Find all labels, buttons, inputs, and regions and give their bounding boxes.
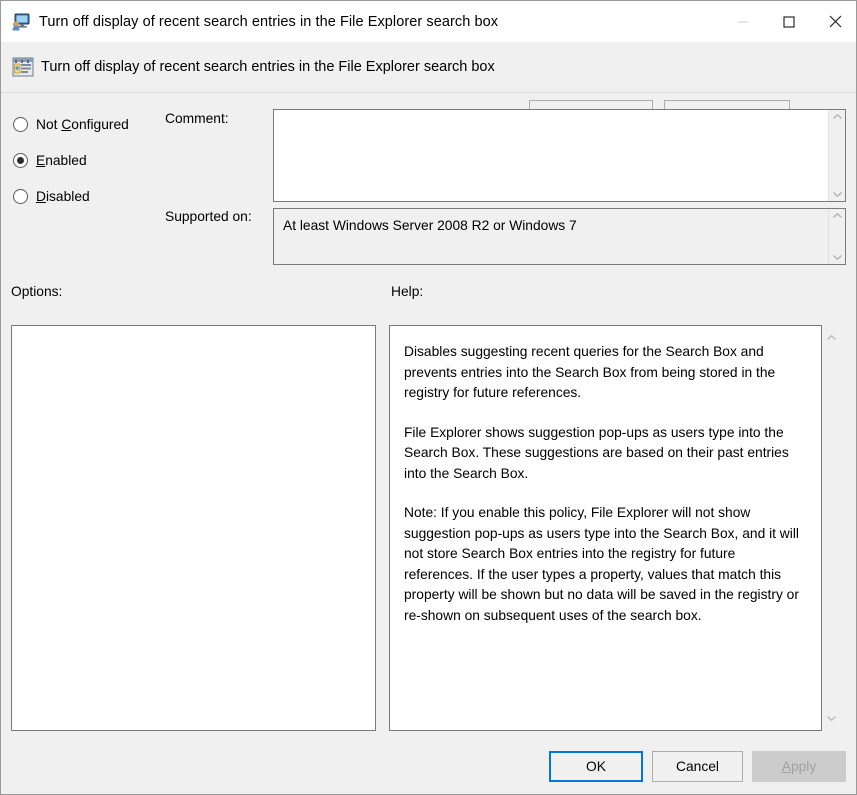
supported-on-label: Supported on: xyxy=(165,209,252,224)
supported-on-field: At least Windows Server 2008 R2 or Windo… xyxy=(273,208,846,265)
comment-input[interactable] xyxy=(274,110,828,201)
help-paragraph: Disables suggesting recent queries for t… xyxy=(404,342,807,404)
apply-button: Apply xyxy=(752,751,846,782)
options-label: Options: xyxy=(11,284,62,299)
radio-not-configured[interactable]: Not Configured xyxy=(13,114,129,134)
window-controls xyxy=(720,1,857,42)
chevron-up-icon[interactable] xyxy=(832,113,843,121)
supported-on-value: At least Windows Server 2008 R2 or Windo… xyxy=(274,209,828,264)
radio-not-configured-indicator[interactable] xyxy=(13,117,28,132)
chevron-up-icon[interactable] xyxy=(832,212,843,220)
minimize-icon[interactable] xyxy=(720,1,766,42)
radio-disabled-label: Disabled xyxy=(36,189,90,204)
supported-on-scrollbar[interactable] xyxy=(828,209,845,264)
help-paragraph: Note: If you enable this policy, File Ex… xyxy=(404,503,807,626)
comment-label: Comment: xyxy=(165,111,229,126)
apply-label: pply xyxy=(791,759,816,774)
comment-field[interactable] xyxy=(273,109,846,202)
radio-enabled-label: Enabled xyxy=(36,153,87,168)
policy-setting-icon xyxy=(12,56,34,78)
chevron-up-icon[interactable] xyxy=(826,329,837,347)
radio-disabled[interactable]: Disabled xyxy=(13,186,90,206)
help-paragraph: File Explorer shows suggestion pop-ups a… xyxy=(404,423,807,485)
chevron-down-icon[interactable] xyxy=(832,190,843,198)
cancel-button[interactable]: Cancel xyxy=(652,751,743,782)
setting-header: Turn off display of recent search entrie… xyxy=(1,42,857,93)
chevron-down-icon[interactable] xyxy=(826,709,837,727)
group-policy-computer-icon xyxy=(11,13,31,31)
setting-title: Turn off display of recent search entrie… xyxy=(41,56,495,78)
chevron-down-icon[interactable] xyxy=(832,253,843,261)
help-panel: Disables suggesting recent queries for t… xyxy=(389,325,822,731)
radio-disabled-indicator[interactable] xyxy=(13,189,28,204)
comment-scrollbar[interactable] xyxy=(828,110,845,201)
apply-accel: A xyxy=(782,759,791,774)
radio-enabled[interactable]: Enabled xyxy=(13,150,87,170)
help-label: Help: xyxy=(391,284,423,299)
ok-button[interactable]: OK xyxy=(549,751,643,782)
group-policy-setting-dialog: Turn off display of recent search entrie… xyxy=(0,0,857,795)
help-scrollbar[interactable] xyxy=(823,325,840,731)
radio-not-configured-label: Not Configured xyxy=(36,117,129,132)
title-bar: Turn off display of recent search entrie… xyxy=(1,1,857,42)
options-panel[interactable] xyxy=(11,325,376,731)
maximize-icon[interactable] xyxy=(766,1,812,42)
window-title: Turn off display of recent search entrie… xyxy=(39,14,498,30)
radio-enabled-indicator[interactable] xyxy=(13,153,28,168)
close-icon[interactable] xyxy=(812,1,857,42)
